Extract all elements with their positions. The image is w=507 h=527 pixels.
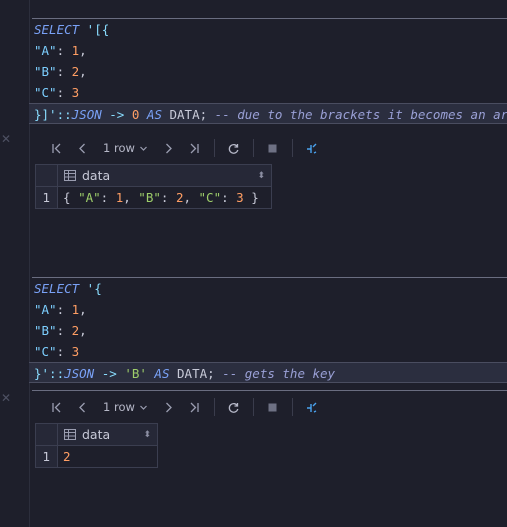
rows-count: 1 row bbox=[103, 141, 135, 155]
row-number: 1 bbox=[35, 445, 58, 468]
code-line: SELECT '[{ bbox=[34, 22, 110, 37]
refresh-icon[interactable] bbox=[221, 137, 247, 159]
code-line: "A": 1, bbox=[34, 43, 87, 58]
table-row[interactable]: 1 2 bbox=[35, 445, 158, 468]
first-page-icon[interactable] bbox=[43, 396, 69, 418]
code-line: "B": 2, bbox=[34, 64, 87, 79]
code-line: SELECT '{ bbox=[34, 281, 102, 296]
code-line: "B": 2, bbox=[34, 323, 87, 338]
next-page-icon[interactable] bbox=[156, 137, 182, 159]
rows-selector[interactable]: 1 row bbox=[95, 141, 156, 155]
stop-icon[interactable] bbox=[260, 396, 286, 418]
sql-editor-block-2[interactable]: SELECT '{ "A": 1, "B": 2, "C": 3 }'::JSO… bbox=[29, 277, 507, 383]
code-line: "A": 1, bbox=[34, 302, 87, 317]
chevron-down-icon bbox=[139, 405, 147, 410]
last-page-icon[interactable] bbox=[182, 396, 208, 418]
next-page-icon[interactable] bbox=[156, 396, 182, 418]
column-name: data bbox=[82, 427, 111, 442]
result-grid: data ⬍ 1 2 bbox=[35, 423, 158, 468]
toolbar-divider bbox=[213, 398, 215, 416]
refresh-icon[interactable] bbox=[221, 396, 247, 418]
sort-icon[interactable]: ⬍ bbox=[257, 171, 265, 181]
code-line: }]'::JSON -> 0 AS DATA; -- due to the br… bbox=[29, 103, 507, 124]
code-line: "C": 3 bbox=[34, 344, 80, 359]
column-name: data bbox=[82, 168, 111, 183]
data-cell[interactable]: { "A": 1, "B": 2, "C": 3 } bbox=[57, 186, 272, 209]
result-toolbar: 1 row bbox=[29, 391, 507, 423]
result-toolbar: 1 row bbox=[29, 132, 507, 164]
stop-icon[interactable] bbox=[260, 137, 286, 159]
toolbar-divider bbox=[252, 398, 254, 416]
column-header[interactable]: data ⬍ bbox=[57, 164, 272, 187]
data-cell[interactable]: 2 bbox=[57, 445, 158, 468]
chevron-down-icon bbox=[139, 146, 147, 151]
pin-settings-icon[interactable] bbox=[299, 396, 325, 418]
toolbar-divider bbox=[252, 139, 254, 157]
close-icon[interactable]: ✕ bbox=[1, 133, 13, 145]
toolbar-divider bbox=[213, 139, 215, 157]
sort-icon[interactable]: ⬍ bbox=[143, 430, 151, 440]
column-header[interactable]: data ⬍ bbox=[57, 423, 158, 446]
code-line: }'::JSON -> 'B' AS DATA; -- gets the key bbox=[29, 362, 507, 383]
corner-cell bbox=[35, 423, 58, 446]
row-number: 1 bbox=[35, 186, 58, 209]
toolbar-divider bbox=[291, 398, 293, 416]
close-icon[interactable]: ✕ bbox=[1, 392, 13, 404]
table-icon bbox=[64, 170, 76, 181]
rows-count: 1 row bbox=[103, 400, 135, 414]
prev-page-icon[interactable] bbox=[69, 137, 95, 159]
toolbar-divider bbox=[291, 139, 293, 157]
sql-editor-block-1[interactable]: SELECT '[{ "A": 1, "B": 2, "C": 3 }]'::J… bbox=[29, 18, 507, 124]
table-icon bbox=[64, 429, 76, 440]
corner-cell bbox=[35, 164, 58, 187]
result-panel-1: 1 row data ⬍ 1 { "A": 1, "B": 2, "C": 3 … bbox=[29, 132, 507, 209]
rows-selector[interactable]: 1 row bbox=[95, 400, 156, 414]
last-page-icon[interactable] bbox=[182, 137, 208, 159]
result-grid: data ⬍ 1 { "A": 1, "B": 2, "C": 3 } bbox=[35, 164, 272, 209]
prev-page-icon[interactable] bbox=[69, 396, 95, 418]
table-row[interactable]: 1 { "A": 1, "B": 2, "C": 3 } bbox=[35, 186, 272, 209]
result-panel-2: 1 row data ⬍ 1 2 bbox=[29, 390, 507, 468]
code-line: "C": 3 bbox=[34, 85, 80, 100]
pin-settings-icon[interactable] bbox=[299, 137, 325, 159]
first-page-icon[interactable] bbox=[43, 137, 69, 159]
